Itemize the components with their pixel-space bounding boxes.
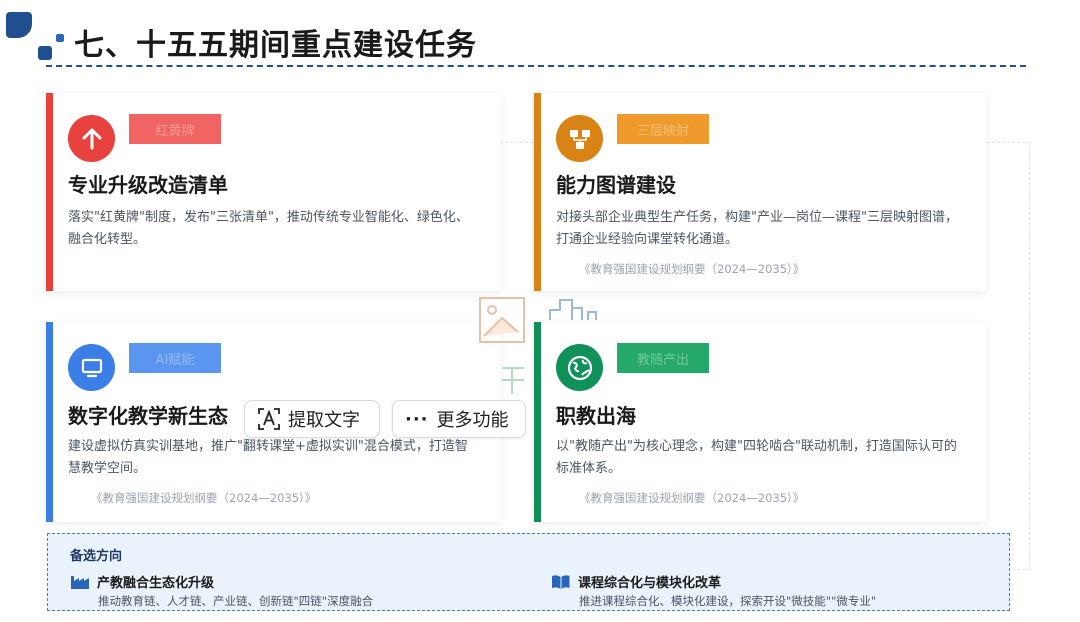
- card-description: 落实"红黄牌"制度，发布"三张清单"，推动传统专业智能化、绿色化、融合化转型。: [68, 210, 469, 247]
- card-title: 数字化教学新生态: [68, 404, 228, 428]
- card-title: 能力图谱建设: [556, 173, 676, 197]
- image-placeholder-icon: [500, 366, 526, 400]
- alternative-item-title: 课程综合化与模块化改革: [578, 576, 722, 591]
- monitor-icon: [68, 344, 115, 391]
- alternative-item-description: 推进课程综合化、模块化建设，探索开设"微技能""微专业": [579, 594, 877, 608]
- card-reference: 《教育强国建设规划纲要（2024—2035）》: [579, 491, 805, 505]
- globe-icon: [556, 344, 603, 391]
- title-divider: [46, 65, 1026, 67]
- extract-text-button[interactable]: 提取文字: [244, 400, 380, 438]
- alternative-item: 产教融合生态化升级 推动教育链、人才链、产业链、创新链"四链"深度融合: [70, 572, 373, 609]
- card-badge: 红黄牌: [129, 114, 221, 144]
- card-badge: 教随产出: [617, 343, 709, 373]
- more-dots-icon: ···: [405, 408, 429, 430]
- hierarchy-icon: [556, 115, 603, 162]
- card-accent-bar: [534, 93, 541, 291]
- card-capability-map: 三层映射 能力图谱建设 对接头部企业典型生产任务，构建"产业—岗位—课程"三层映…: [534, 93, 986, 291]
- page-title: 七、十五五期间重点建设任务: [74, 28, 477, 63]
- card-reference: 《教育强国建设规划纲要（2024—2035）》: [579, 262, 805, 276]
- more-functions-label: 更多功能: [436, 410, 509, 431]
- card-description: 建设虚拟仿真实训基地，推广"翻转课堂+虚拟实训"混合模式，打造智慧教学空间。: [68, 439, 468, 476]
- card-title: 职教出海: [556, 404, 636, 428]
- building-icon: [548, 296, 598, 326]
- card-accent-bar: [46, 93, 53, 291]
- alternative-item-title: 产教融合生态化升级: [97, 576, 215, 591]
- card-vocational-overseas: 教随产出 职教出海 以"教随产出"为核心理念，构建"四轮啮合"联动机制，打造国际…: [534, 322, 986, 522]
- logo: [4, 10, 64, 66]
- alternative-item-description: 推动教育链、人才链、产业链、创新链"四链"深度融合: [98, 594, 374, 608]
- arrow-up-icon: [68, 115, 115, 162]
- alternative-directions-title: 备选方向: [70, 549, 123, 564]
- extract-text-label: 提取文字: [288, 410, 360, 431]
- alternative-item: 课程综合化与模块化改革 推进课程综合化、模块化建设，探索开设"微技能""微专业": [551, 572, 876, 609]
- text-recognition-icon: [258, 408, 280, 430]
- card-description: 对接头部企业典型生产任务，构建"产业—岗位—课程"三层映射图谱，打通企业经验向课…: [556, 210, 958, 247]
- card-badge: 三层映射: [617, 114, 709, 144]
- card-accent-bar: [46, 322, 53, 522]
- alternative-directions-box: 备选方向 产教融合生态化升级 推动教育链、人才链、产业链、创新链"四链"深度融合…: [47, 533, 1010, 611]
- card-accent-bar: [534, 322, 541, 522]
- card-reference: 《教育强国建设规划纲要（2024—2035）》: [91, 491, 317, 505]
- card-title: 专业升级改造清单: [68, 173, 228, 197]
- card-professional-upgrade: 红黄牌 专业升级改造清单 落实"红黄牌"制度，发布"三张清单"，推动传统专业智能…: [46, 93, 501, 291]
- more-functions-button[interactable]: ··· 更多功能: [392, 400, 526, 438]
- card-description: 以"教随产出"为核心理念，构建"四轮啮合"联动机制，打造国际认可的标准体系。: [556, 439, 957, 476]
- factory-icon: [71, 575, 89, 589]
- image-placeholder-icon: [478, 296, 528, 350]
- book-icon: [552, 574, 570, 589]
- card-badge: AI赋能: [129, 343, 221, 373]
